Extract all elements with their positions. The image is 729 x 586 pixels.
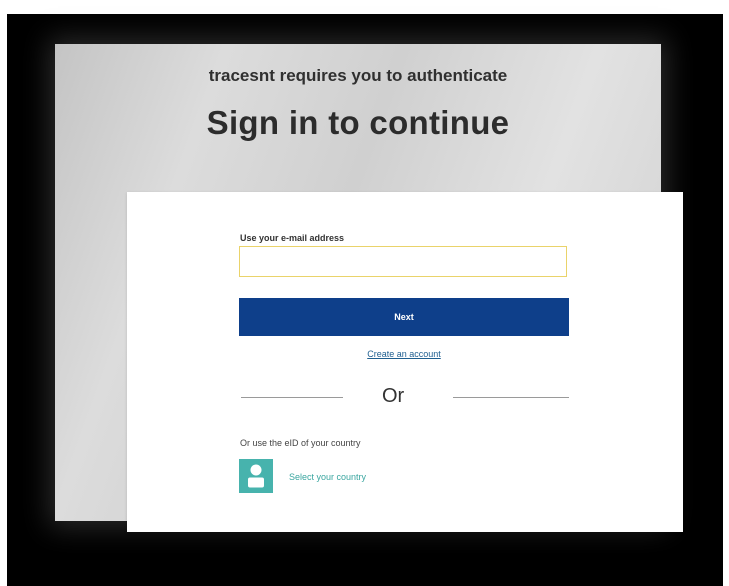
eid-country-button[interactable] — [239, 459, 273, 493]
email-field[interactable] — [239, 246, 567, 277]
select-country-link[interactable]: Select your country — [289, 472, 366, 482]
auth-subtitle: tracesnt requires you to authenticate — [208, 66, 508, 85]
or-divider-text: Or — [382, 385, 405, 407]
auth-panel: tracesnt requires you to authenticate Si… — [55, 44, 683, 532]
person-icon — [248, 464, 264, 488]
eid-prompt: Or use the eID of your country — [240, 438, 361, 448]
screenshot-frame: tracesnt requires you to authenticate Si… — [7, 14, 723, 586]
next-button[interactable]: Next — [239, 298, 569, 336]
divider-left — [241, 397, 343, 398]
divider-right — [453, 397, 569, 398]
email-label: Use your e-mail address — [240, 233, 345, 243]
create-account-link[interactable]: Create an account — [127, 349, 681, 359]
login-card: Use your e-mail address Next Create an a… — [127, 192, 683, 532]
page-title: Sign in to continue — [206, 104, 510, 141]
